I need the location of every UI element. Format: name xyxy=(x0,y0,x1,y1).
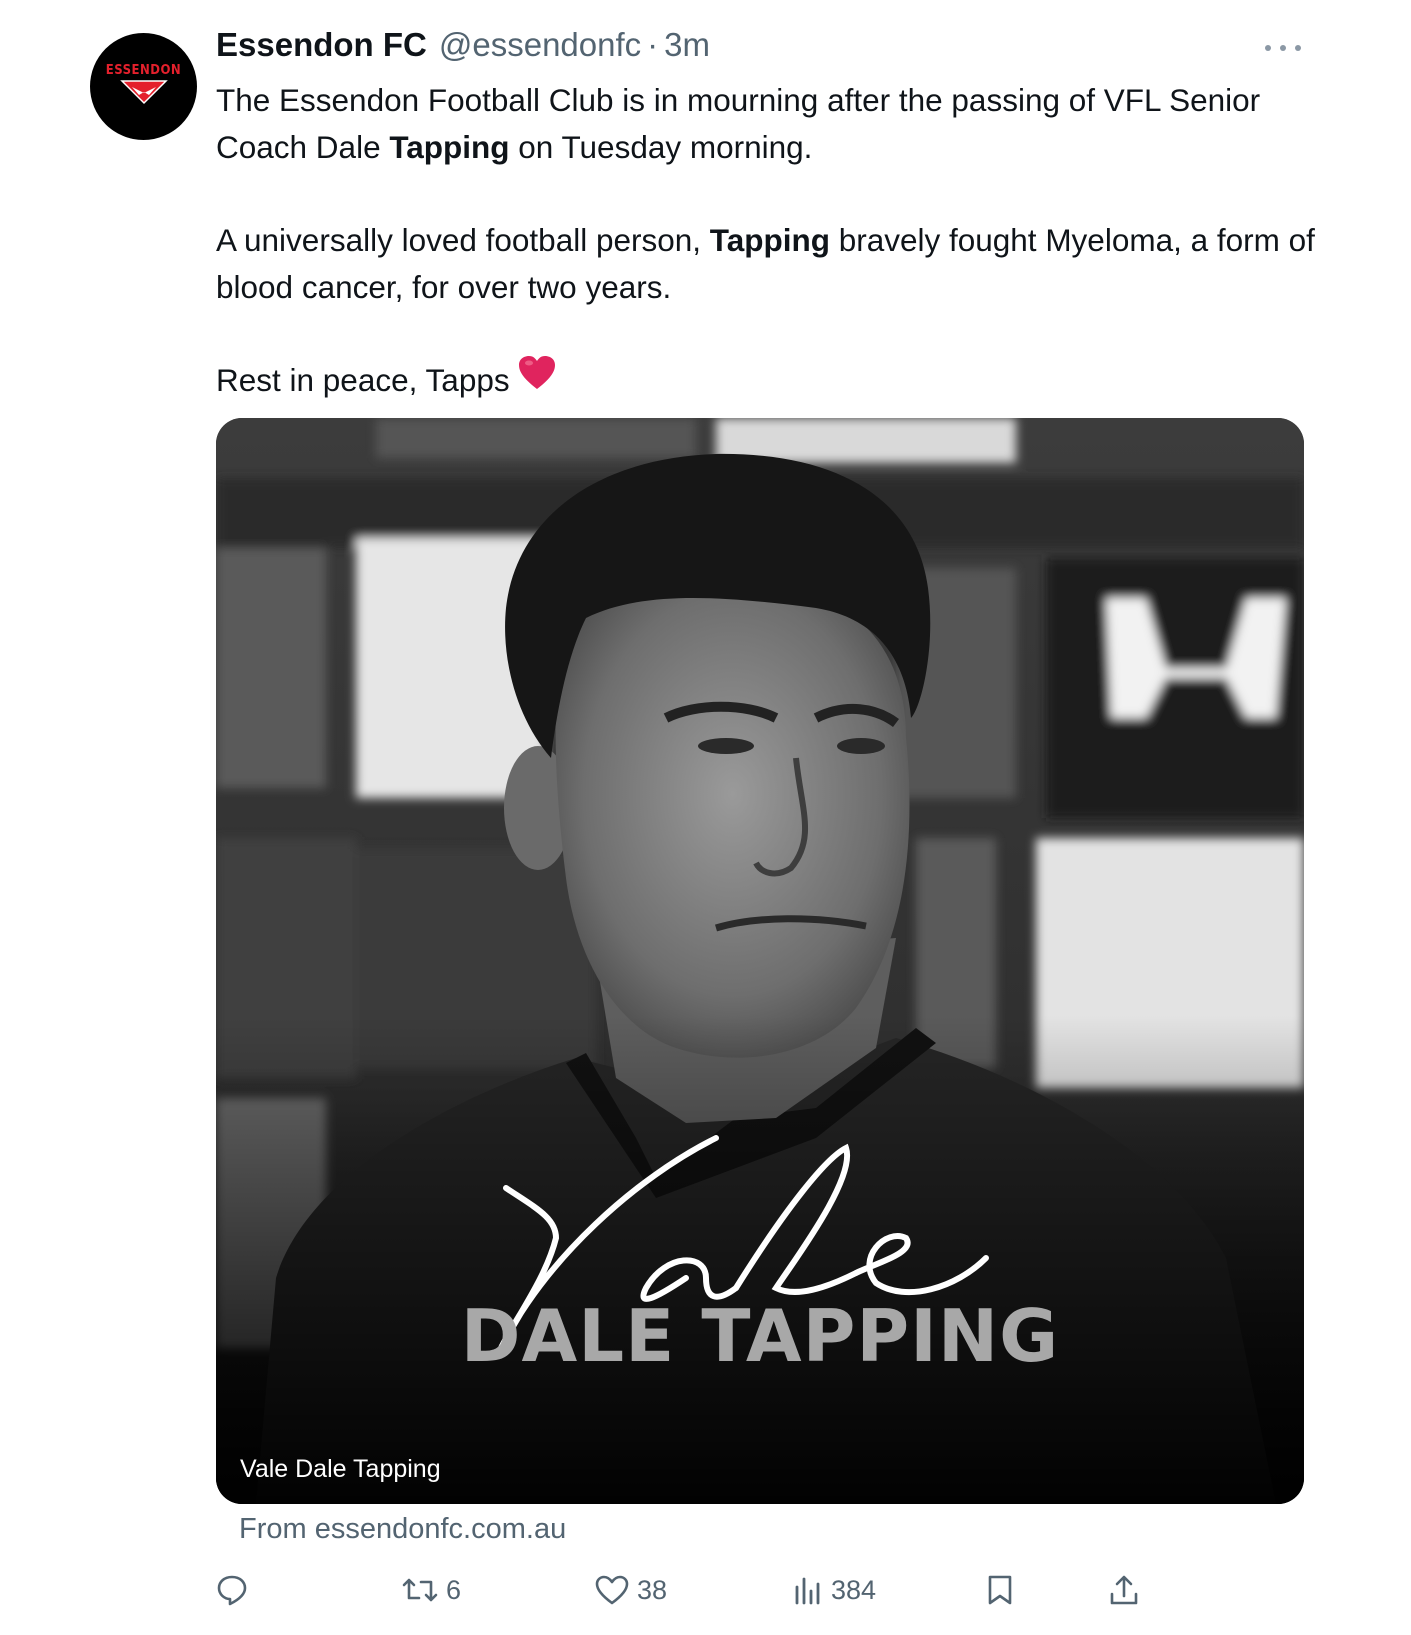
share-button[interactable] xyxy=(1109,1568,1139,1612)
tweet-timestamp[interactable]: 3m xyxy=(664,26,710,64)
heart-icon xyxy=(595,1575,629,1605)
tweet-header: Essendon FC @essendonfc · 3m xyxy=(216,26,710,72)
avatar-logo-text: ESSENDON xyxy=(105,62,182,78)
red-heart-icon xyxy=(518,355,556,404)
share-icon xyxy=(1110,1575,1138,1605)
tweet-paragraph-2: A universally loved football person, Tap… xyxy=(216,222,1315,305)
link-card-image[interactable]: DALE TAPPING Vale Dale Tapping xyxy=(216,418,1304,1504)
bookmark-icon xyxy=(988,1575,1012,1605)
club-logo-icon xyxy=(119,79,168,104)
more-options-icon[interactable] xyxy=(1265,40,1301,56)
author-handle[interactable]: @essendonfc xyxy=(439,26,641,64)
card-title-text: DALE TAPPING xyxy=(460,1294,1060,1378)
repost-button[interactable]: 6 xyxy=(402,1568,461,1612)
tweet-text: The Essendon Football Club is in mournin… xyxy=(216,77,1321,404)
bookmark-button[interactable] xyxy=(986,1568,1014,1612)
like-count: 38 xyxy=(637,1574,668,1605)
card-source-link[interactable]: From essendonfc.com.au xyxy=(239,1513,566,1546)
author-name[interactable]: Essendon FC xyxy=(216,26,427,64)
tweet-paragraph-1: The Essendon Football Club is in mournin… xyxy=(216,82,1261,165)
repost-icon xyxy=(402,1578,438,1602)
views-button[interactable]: 384 xyxy=(793,1568,876,1612)
tweet-paragraph-3: Rest in peace, Tapps xyxy=(216,355,1321,404)
views-chart-icon xyxy=(795,1577,820,1605)
avatar[interactable]: ESSENDON xyxy=(90,33,197,140)
repost-count: 6 xyxy=(446,1574,462,1605)
tweet-action-bar: 6 38 384 xyxy=(216,1568,1196,1612)
card-caption: Vale Dale Tapping xyxy=(240,1455,441,1483)
views-count: 384 xyxy=(831,1574,877,1605)
reply-button[interactable] xyxy=(216,1568,248,1612)
separator-dot: · xyxy=(647,26,659,63)
like-button[interactable]: 38 xyxy=(595,1568,667,1612)
reply-icon xyxy=(217,1575,247,1606)
